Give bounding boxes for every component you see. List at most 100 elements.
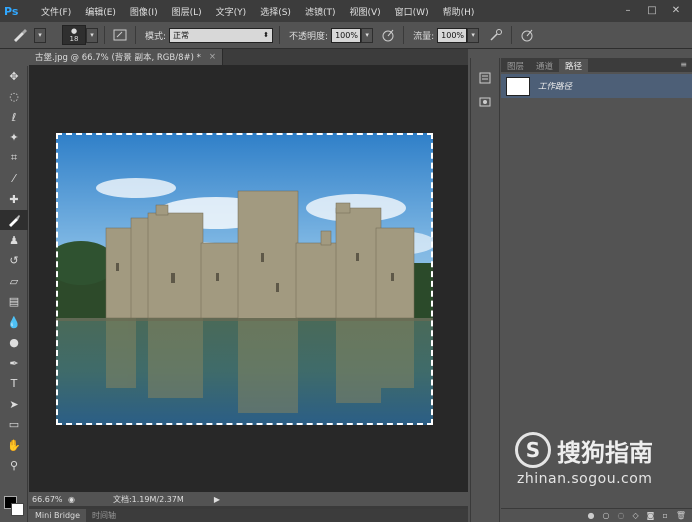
airbrush-icon[interactable]: [487, 26, 505, 44]
load-selection-icon[interactable]: ◌: [618, 511, 625, 520]
divider: [135, 26, 136, 44]
brush-picker-dropdown-icon[interactable]: ▾: [86, 27, 98, 43]
castle-photo: [56, 133, 433, 425]
stroke-path-icon[interactable]: ○: [603, 511, 610, 520]
menu-view[interactable]: 视图(V): [342, 5, 387, 18]
status-bar: 66.67% ◉ 文档:1.19M/2.37M ▶: [29, 492, 468, 506]
sogou-logo-icon: S: [515, 432, 551, 468]
magic-wand-tool-icon[interactable]: ✦: [0, 128, 28, 149]
flow-input[interactable]: 100%: [437, 27, 468, 43]
fill-path-icon[interactable]: ●: [588, 511, 595, 520]
close-icon[interactable]: ×: [209, 52, 216, 62]
path-thumbnail: [506, 76, 530, 96]
history-brush-tool-icon[interactable]: ↺: [0, 251, 28, 272]
status-menu-arrow-icon[interactable]: ▶: [214, 495, 220, 504]
menu-file[interactable]: 文件(F): [34, 5, 78, 18]
sogou-watermark: S 搜狗指南 zhinan.sogou.com: [515, 432, 653, 487]
photoshop-logo: Ps: [4, 4, 19, 18]
delete-icon[interactable]: 🗑: [676, 511, 686, 520]
history-panel-icon[interactable]: [471, 66, 499, 90]
path-name: 工作路径: [538, 82, 573, 92]
document-size-info: 文档:1.19M/2.37M: [112, 494, 184, 504]
gradient-tool-icon[interactable]: ▤: [0, 292, 28, 313]
mode-select[interactable]: 正常 ⬍: [169, 27, 274, 43]
menu-bar: Ps 文件(F) 编辑(E) 图像(I) 图层(L) 文字(Y) 选择(S) 滤…: [0, 0, 692, 22]
pen-tool-icon[interactable]: ✒: [0, 353, 28, 374]
hand-tool-icon[interactable]: ✋: [0, 435, 28, 456]
divider: [511, 26, 513, 44]
chevron-down-icon: ⬍: [263, 31, 270, 39]
eraser-tool-icon[interactable]: ▱: [0, 271, 28, 292]
divider: [279, 26, 281, 44]
tool-preset-dropdown-icon[interactable]: ▾: [34, 27, 46, 43]
panel-footer: ● ○ ◌ ◇ ◙ ▫ 🗑: [501, 508, 692, 522]
maximize-icon[interactable]: □: [642, 2, 662, 18]
watermark-brand-text: 搜狗指南: [557, 438, 653, 467]
crop-tool-icon[interactable]: ⌗: [0, 148, 28, 169]
divider: [403, 26, 405, 44]
tab-timeline[interactable]: 时间轴: [86, 509, 122, 522]
document-tab[interactable]: 古堡.jpg @ 66.7% (背景 副本, RGB/8#) * ×: [29, 49, 223, 65]
menu-layer[interactable]: 图层(L): [165, 5, 209, 18]
opacity-slider-dropdown-icon[interactable]: ▾: [361, 27, 374, 43]
panel-menu-icon[interactable]: ≡: [680, 60, 687, 69]
make-path-icon[interactable]: ◇: [633, 511, 639, 520]
brush-size-picker[interactable]: ● 18: [62, 25, 86, 45]
window-controls: – □ ✕: [618, 2, 686, 18]
menu-select[interactable]: 选择(S): [253, 5, 298, 18]
new-path-icon[interactable]: ▫: [662, 511, 667, 520]
opacity-value: 100%: [335, 30, 358, 40]
menu-type[interactable]: 文字(Y): [209, 5, 254, 18]
zoom-tool-icon[interactable]: ⚲: [0, 456, 28, 477]
path-selection-tool-icon[interactable]: ➤: [0, 394, 28, 415]
move-tool-icon[interactable]: ✥: [0, 66, 28, 87]
mode-label: 模式:: [145, 31, 167, 42]
options-bar: ▾ ● 18 ▾ 模式: 正常 ⬍ 不透明度: 100% ▾ 流量: 100% …: [0, 22, 692, 49]
pressure-size-icon[interactable]: [518, 26, 536, 44]
menu-edit[interactable]: 编辑(E): [78, 5, 123, 18]
dodge-tool-icon[interactable]: ●: [0, 333, 28, 354]
brush-tool-preset-icon[interactable]: [6, 24, 34, 46]
watermark-url: zhinan.sogou.com: [517, 471, 653, 487]
brush-tool-icon[interactable]: [0, 209, 28, 230]
marquee-tool-icon[interactable]: ◌: [0, 87, 28, 108]
tab-paths[interactable]: 路径: [559, 59, 589, 72]
tab-channels[interactable]: 通道: [530, 59, 559, 72]
blur-tool-icon[interactable]: 💧: [0, 312, 28, 333]
tab-mini-bridge[interactable]: Mini Bridge: [29, 509, 87, 522]
add-mask-icon[interactable]: ◙: [647, 511, 655, 520]
type-tool-icon[interactable]: T: [0, 374, 28, 395]
flow-slider-dropdown-icon[interactable]: ▾: [467, 27, 480, 43]
panel-tabs: 图层 通道 路径 ≡: [501, 58, 692, 72]
brush-panel-toggle-icon[interactable]: [111, 26, 129, 44]
path-list-item[interactable]: 工作路径: [501, 74, 692, 98]
menu-items: 文件(F) 编辑(E) 图像(I) 图层(L) 文字(Y) 选择(S) 滤镜(T…: [34, 5, 481, 18]
zoom-level[interactable]: 66.67%: [32, 495, 68, 504]
minimize-icon[interactable]: –: [618, 2, 638, 18]
healing-brush-tool-icon[interactable]: ✚: [0, 189, 28, 210]
brush-size-value: 18: [69, 35, 79, 43]
close-icon[interactable]: ✕: [666, 2, 686, 18]
tab-layers[interactable]: 图层: [501, 59, 530, 72]
background-color-swatch[interactable]: [11, 503, 24, 516]
opacity-input[interactable]: 100%: [331, 27, 362, 43]
status-info-icon[interactable]: ◉: [68, 495, 75, 504]
flow-label: 流量:: [413, 31, 435, 42]
rectangle-tool-icon[interactable]: ▭: [0, 415, 28, 436]
canvas-image[interactable]: [56, 133, 433, 425]
clone-stamp-tool-icon[interactable]: ♟: [0, 230, 28, 251]
menu-filter[interactable]: 滤镜(T): [298, 5, 343, 18]
menu-help[interactable]: 帮助(H): [436, 5, 482, 18]
pressure-opacity-icon[interactable]: [379, 26, 397, 44]
properties-panel-icon[interactable]: [471, 90, 499, 114]
menu-window[interactable]: 窗口(W): [388, 5, 436, 18]
collapsed-panel-dock: [470, 58, 500, 522]
menu-image[interactable]: 图像(I): [123, 5, 165, 18]
tools-panel: ✥ ◌ ℓ ✦ ⌗ ⁄ ✚ ♟ ↺ ▱ ▤ 💧 ● ✒ T ➤ ▭ ✋ ⚲: [0, 66, 28, 522]
lasso-tool-icon[interactable]: ℓ: [0, 107, 28, 128]
mode-value: 正常: [173, 30, 190, 40]
flow-value: 100%: [441, 30, 465, 40]
document-workspace: 古堡.jpg @ 66.7% (背景 副本, RGB/8#) * × 66.67…: [29, 49, 468, 522]
brush-dot-icon: ●: [70, 27, 78, 35]
eyedropper-tool-icon[interactable]: ⁄: [0, 169, 28, 190]
